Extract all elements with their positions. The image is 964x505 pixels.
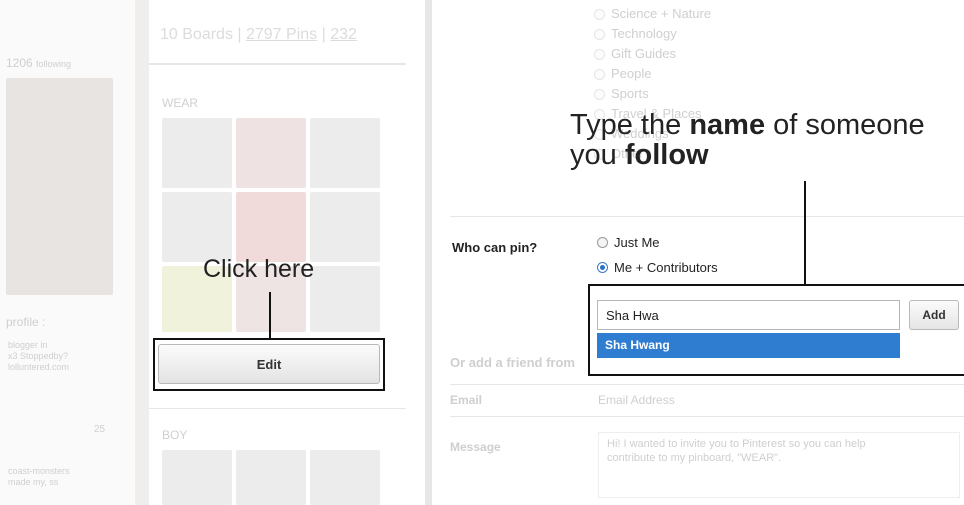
form-divider bbox=[450, 216, 964, 217]
category-item[interactable]: People bbox=[594, 64, 711, 84]
email-label: Email bbox=[450, 393, 483, 407]
pin-thumbnail[interactable] bbox=[162, 192, 232, 262]
click-here-pointer-line bbox=[269, 292, 271, 338]
board-section-boy: BOY bbox=[162, 428, 188, 442]
radio-label: Me + Contributors bbox=[614, 260, 718, 275]
pin-thumbnail[interactable] bbox=[310, 450, 380, 505]
type-name-callout: Type the name of someone you follow bbox=[570, 110, 925, 170]
message-label: Message bbox=[450, 440, 501, 454]
email-input[interactable]: Email Address bbox=[598, 393, 675, 407]
category-item[interactable]: Science + Nature bbox=[594, 4, 711, 24]
pins-count[interactable]: 2797 Pins bbox=[246, 26, 317, 43]
profile-bio: blogger in x3 Stoppedby? lolluntered.com bbox=[0, 340, 135, 373]
form-divider bbox=[450, 384, 964, 385]
bottom-bio: coast-monsters made my, ss bbox=[8, 466, 70, 488]
pin-thumbnail[interactable] bbox=[162, 450, 232, 505]
column-gap bbox=[135, 0, 149, 505]
message-text: Hi! I wanted to invite you to Pinterest … bbox=[607, 438, 866, 464]
pin-thumbnail[interactable] bbox=[310, 192, 380, 262]
bio-line: x3 Stoppedby? bbox=[8, 351, 69, 361]
pin-thumbnail[interactable] bbox=[236, 192, 306, 262]
boards-count[interactable]: 10 Boards bbox=[160, 26, 233, 43]
category-item[interactable]: Gift Guides bbox=[594, 44, 711, 64]
radio-just-me[interactable]: Just Me bbox=[597, 235, 660, 250]
board-divider bbox=[148, 63, 406, 65]
pin-thumbnail[interactable] bbox=[310, 266, 380, 332]
profile-photo bbox=[6, 78, 113, 295]
profile-label: profile : bbox=[6, 315, 46, 329]
following-label: following bbox=[36, 59, 72, 69]
form-divider bbox=[450, 416, 964, 417]
add-friend-label: Or add a friend from bbox=[450, 355, 575, 370]
who-can-pin-label: Who can pin? bbox=[452, 240, 538, 255]
callout-line-2: you follow bbox=[570, 139, 709, 171]
edit-highlight-box bbox=[153, 338, 385, 391]
likes-link[interactable]: 232 bbox=[330, 26, 357, 43]
pin-thumbnail[interactable] bbox=[162, 118, 232, 188]
pin-thumbnail[interactable] bbox=[236, 450, 306, 505]
category-item[interactable]: Sports bbox=[594, 84, 711, 104]
callout-line-1: Type the name of someone bbox=[570, 109, 925, 141]
bio-line: lolluntered.com bbox=[8, 362, 70, 372]
bottom-bio-line: made my, ss bbox=[8, 477, 59, 487]
radio-button[interactable] bbox=[597, 237, 608, 248]
bio-line: blogger in bbox=[8, 340, 48, 350]
radio-me-contributors[interactable]: Me + Contributors bbox=[597, 260, 718, 275]
pin-thumbnail[interactable] bbox=[310, 118, 380, 188]
screenshot-divider bbox=[425, 0, 432, 505]
radio-button-selected[interactable] bbox=[597, 262, 608, 273]
category-item[interactable]: Technology bbox=[594, 24, 711, 44]
board-divider bbox=[148, 408, 406, 409]
click-here-callout: Click here bbox=[203, 255, 315, 283]
board-section-wear: WEAR bbox=[162, 96, 198, 110]
following-stat: 1206 following bbox=[6, 56, 71, 70]
contributor-highlight-box bbox=[588, 284, 964, 376]
radio-label: Just Me bbox=[614, 235, 660, 250]
bottom-bio-line: coast-monsters bbox=[8, 466, 70, 476]
pin-thumbnail[interactable] bbox=[236, 118, 306, 188]
type-name-pointer-line bbox=[804, 181, 806, 284]
message-textarea[interactable]: Hi! I wanted to invite you to Pinterest … bbox=[598, 432, 960, 498]
following-count: 1206 bbox=[6, 56, 33, 70]
boards-summary: 10 Boards | 2797 Pins | 232 bbox=[160, 26, 357, 43]
likes-count: 25 bbox=[94, 424, 106, 435]
